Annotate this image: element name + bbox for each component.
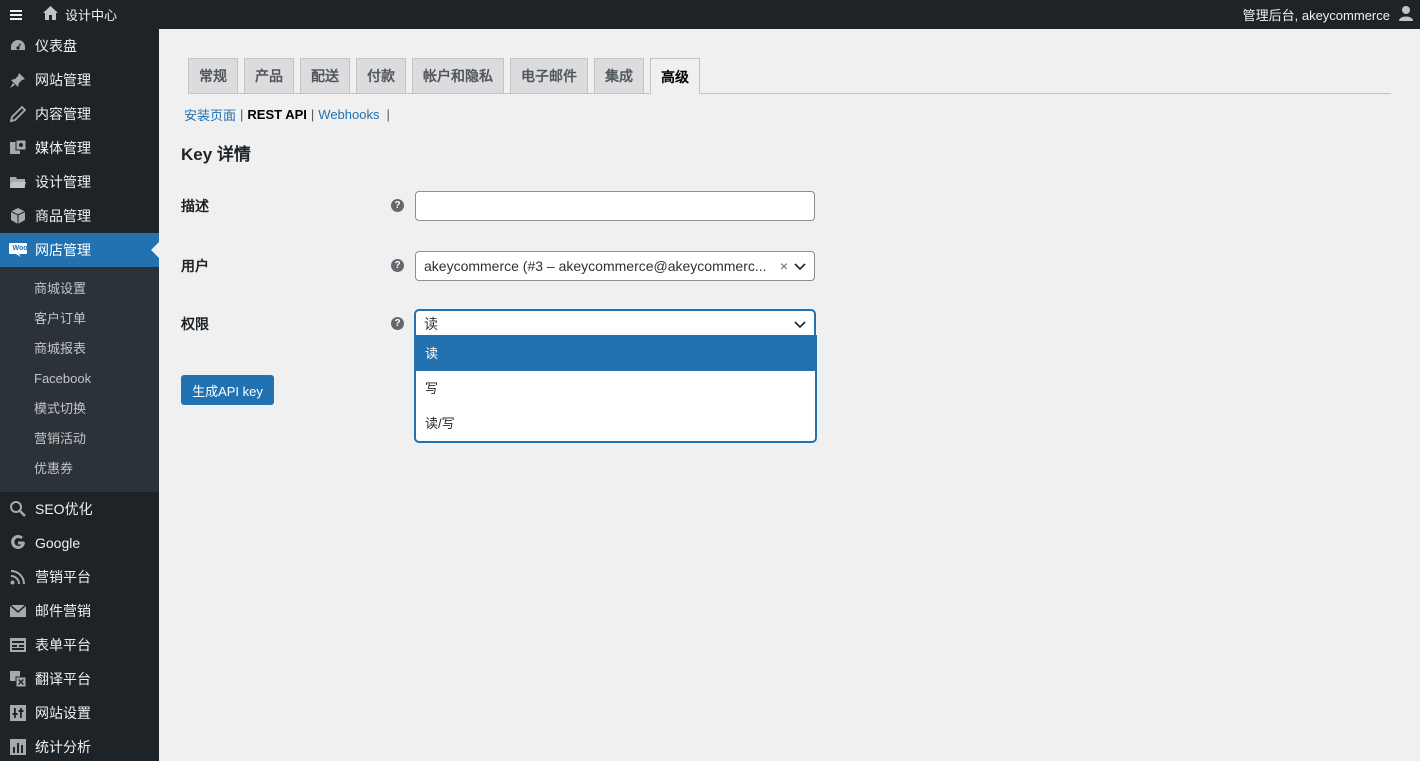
description-label: 描述 xyxy=(181,198,209,214)
permission-select[interactable]: 读 xyxy=(415,310,815,338)
tab-advanced[interactable]: 高级 xyxy=(650,58,700,94)
sidebar-item-seo[interactable]: SEO优化 xyxy=(0,492,159,526)
option-write[interactable]: 写 xyxy=(416,371,815,406)
form-icon xyxy=(8,635,28,655)
sidebar-item-email-marketing[interactable]: 邮件营销 xyxy=(0,594,159,628)
sidebar-item-media[interactable]: 媒体管理 xyxy=(0,131,159,165)
translate-icon xyxy=(8,669,28,689)
settings-icon xyxy=(8,703,28,723)
submenu-item-facebook[interactable]: Facebook xyxy=(0,364,159,394)
user-select-value: akeycommerce (#3 – akeycommerce@akeycomm… xyxy=(424,258,767,274)
sidebar-item-dashboard[interactable]: 仪表盘 xyxy=(0,29,159,63)
search-icon xyxy=(8,499,28,519)
google-icon xyxy=(8,533,28,553)
chevron-down-icon xyxy=(794,258,806,274)
permission-select-value: 读 xyxy=(424,316,438,332)
option-read-write[interactable]: 读/写 xyxy=(416,406,815,441)
help-icon[interactable]: ? xyxy=(391,199,404,212)
link-rest-api[interactable]: REST API xyxy=(247,107,306,122)
rss-icon xyxy=(8,567,28,587)
user-greeting: 管理后台, akeycommerce xyxy=(1242,8,1390,23)
separator: | xyxy=(310,107,315,122)
sidebar-item-shop[interactable]: Woo 网店管理 xyxy=(0,233,159,267)
tab-general[interactable]: 常规 xyxy=(188,58,238,93)
option-read[interactable]: 读 xyxy=(416,336,815,371)
woo-icon: Woo xyxy=(8,240,28,260)
description-input[interactable] xyxy=(415,191,815,221)
help-icon[interactable]: ? xyxy=(391,317,404,330)
admin-bar: 设计中心 管理后台, akeycommerce xyxy=(0,0,1420,29)
permission-label: 权限 xyxy=(181,316,209,332)
submenu-item-mode-switch[interactable]: 模式切换 xyxy=(0,394,159,424)
description-row: 描述 ? xyxy=(181,191,821,221)
section-links: 安装页面 | REST API | Webhooks | xyxy=(184,105,394,124)
sidebar-item-analytics[interactable]: 统计分析 xyxy=(0,730,159,761)
sidebar-item-site[interactable]: 网站管理 xyxy=(0,63,159,97)
chart-icon xyxy=(8,737,28,757)
sidebar-item-google[interactable]: Google xyxy=(0,526,159,560)
submenu-item-coupons[interactable]: 优惠券 xyxy=(0,454,159,484)
submenu-item-marketing[interactable]: 营销活动 xyxy=(0,424,159,454)
dashboard-icon xyxy=(8,36,28,56)
user-avatar-icon xyxy=(1398,5,1414,24)
user-select[interactable]: akeycommerce (#3 – akeycommerce@akeycomm… xyxy=(415,251,815,281)
sidebar-item-translate[interactable]: 翻译平台 xyxy=(0,662,159,696)
clear-icon[interactable]: × xyxy=(780,258,788,274)
tab-payments[interactable]: 付款 xyxy=(356,58,406,93)
submenu-item-shop-settings[interactable]: 商城设置 xyxy=(0,274,159,304)
folder-icon xyxy=(8,172,28,192)
link-page-setup[interactable]: 安装页面 xyxy=(184,105,236,124)
settings-tabs: 常规 产品 配送 付款 帐户和隐私 电子邮件 集成 高级 xyxy=(188,58,1391,94)
submenu-item-orders[interactable]: 客户订单 xyxy=(0,304,159,334)
tab-products[interactable]: 产品 xyxy=(244,58,294,93)
user-label: 用户 xyxy=(181,258,209,274)
mail-icon xyxy=(8,601,28,621)
sidebar-item-content[interactable]: 内容管理 xyxy=(0,97,159,131)
page-title: Key 详情 xyxy=(181,145,251,164)
tab-shipping[interactable]: 配送 xyxy=(300,58,350,93)
woo-badge-text: Woo xyxy=(12,245,28,252)
link-webhooks[interactable]: Webhooks xyxy=(318,107,379,122)
pin-icon xyxy=(8,70,28,90)
help-icon[interactable]: ? xyxy=(391,259,404,272)
site-name: 设计中心 xyxy=(65,8,118,23)
user-row: 用户 ? akeycommerce (#3 – akeycommerce@ake… xyxy=(181,251,821,281)
pencil-icon xyxy=(8,104,28,124)
submenu-item-reports[interactable]: 商城报表 xyxy=(0,334,159,364)
tab-integration[interactable]: 集成 xyxy=(594,58,644,93)
menu-toggle-icon[interactable] xyxy=(0,0,32,29)
separator: | xyxy=(240,107,244,122)
main-content: 常规 产品 配送 付款 帐户和隐私 电子邮件 集成 高级 安装页面 | REST… xyxy=(159,29,1420,761)
user-account-menu[interactable]: 管理后台, akeycommerce xyxy=(1243,0,1420,29)
admin-sidebar: 仪表盘 网站管理 内容管理 媒体管理 设计管理 商品管理 Woo 网店管理 商城… xyxy=(0,29,159,761)
sidebar-item-marketing-platform[interactable]: 营销平台 xyxy=(0,560,159,594)
shop-submenu: 商城设置 客户订单 商城报表 Facebook 模式切换 营销活动 优惠券 xyxy=(0,267,159,492)
tab-emails[interactable]: 电子邮件 xyxy=(510,58,588,93)
sidebar-item-design[interactable]: 设计管理 xyxy=(0,165,159,199)
permission-row: 权限 ? 读 xyxy=(181,309,821,339)
site-home-link[interactable]: 设计中心 xyxy=(32,0,117,29)
separator: | xyxy=(386,107,390,122)
media-icon xyxy=(8,138,28,158)
sidebar-item-forms[interactable]: 表单平台 xyxy=(0,628,159,662)
sidebar-item-products[interactable]: 商品管理 xyxy=(0,199,159,233)
permission-dropdown: 读 写 读/写 xyxy=(415,336,816,442)
tab-accounts-privacy[interactable]: 帐户和隐私 xyxy=(412,58,504,93)
box-icon xyxy=(8,206,28,226)
home-icon xyxy=(42,5,59,24)
chevron-down-icon xyxy=(794,316,806,332)
generate-api-key-button[interactable]: 生成API key xyxy=(181,375,274,405)
sidebar-item-site-settings[interactable]: 网站设置 xyxy=(0,696,159,730)
